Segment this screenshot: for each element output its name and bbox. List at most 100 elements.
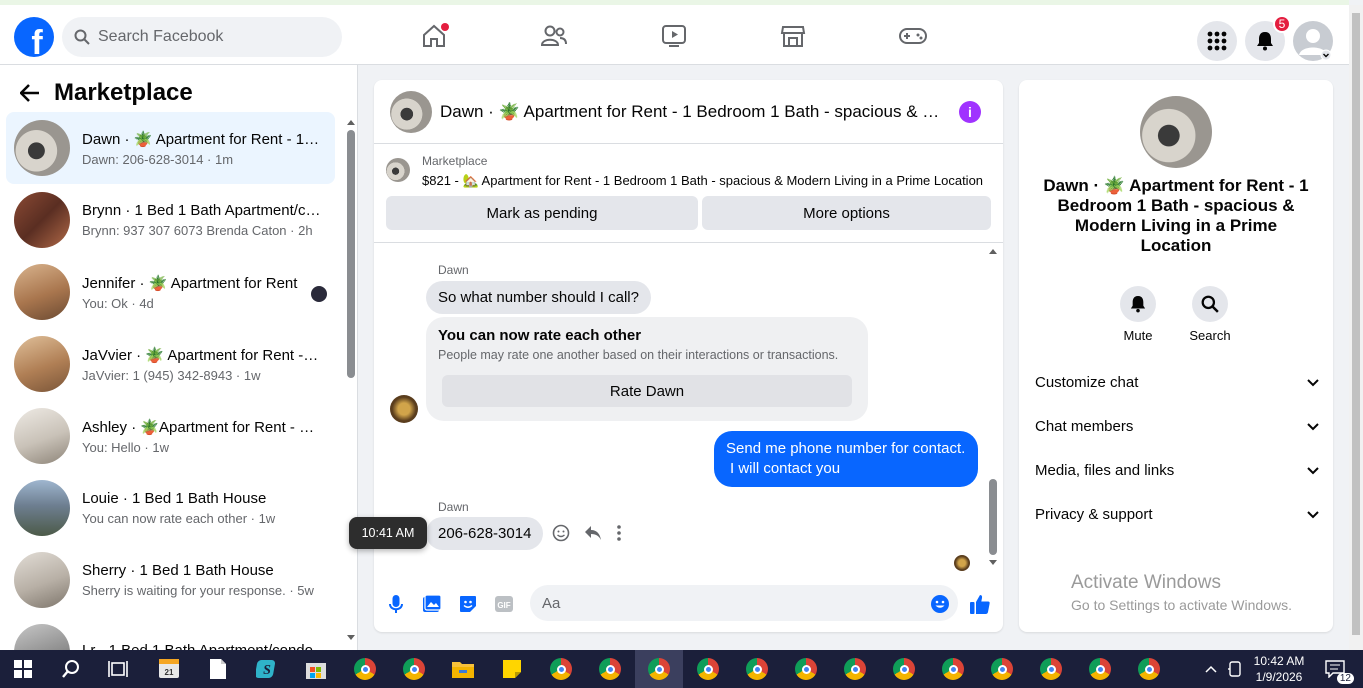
action-center-button[interactable]: 12	[1320, 656, 1354, 684]
incoming-message[interactable]: 206-628-3014	[426, 517, 544, 550]
taskbar-app[interactable]	[548, 656, 574, 682]
privacy-support-row[interactable]: Privacy & support	[1035, 506, 1319, 523]
listing-avatar[interactable]	[390, 90, 432, 133]
taskbar-app[interactable]	[1038, 656, 1064, 682]
search-input[interactable]: Search Facebook	[62, 17, 342, 57]
listing-thumbnail	[14, 336, 70, 392]
conversation-item[interactable]: Dawn · 🪴 Apartment for Rent - 1 Bedroom …	[6, 112, 335, 184]
incoming-message[interactable]: So what number should I call?	[426, 281, 651, 314]
scroll-down-icon[interactable]	[988, 559, 998, 567]
taskbar-app[interactable]: S	[254, 656, 280, 682]
show-hidden-icons-button[interactable]	[1198, 656, 1224, 682]
chat-header: Dawn · 🪴 Apartment for Rent - 1 Bedroom …	[374, 80, 1003, 144]
scrollbar-thumb[interactable]	[1352, 13, 1360, 635]
marketplace-label: Marketplace	[422, 154, 488, 168]
message-composer: GIF Aa	[374, 580, 1003, 626]
conversation-item[interactable]: Louie · 1 Bed 1 Bath House You can now ra…	[6, 472, 335, 544]
reply-icon[interactable]	[584, 525, 602, 541]
taskbar-app-active[interactable]	[646, 656, 672, 682]
listing-thumbnail	[14, 480, 70, 536]
taskbar-app[interactable]	[401, 656, 427, 682]
message-placeholder: Aa	[542, 594, 561, 612]
more-vertical-icon[interactable]	[616, 525, 622, 541]
taskbar-app[interactable]	[793, 656, 819, 682]
mute-button[interactable]: Mute	[1108, 286, 1168, 343]
page-scrollbar[interactable]	[1349, 5, 1363, 650]
menu-button[interactable]	[1197, 21, 1237, 61]
chat-title[interactable]: Dawn · 🪴 Apartment for Rent - 1 Bedroom …	[440, 102, 945, 122]
video-nav-button[interactable]	[659, 21, 689, 51]
taskbar-app[interactable]	[205, 656, 231, 682]
taskbar-app[interactable]	[303, 656, 329, 682]
rate-dawn-button[interactable]: Rate Dawn	[442, 375, 852, 407]
gaming-nav-button[interactable]	[898, 21, 928, 51]
info-icon[interactable]: i	[959, 101, 981, 123]
taskbar-app[interactable]	[989, 656, 1015, 682]
conversation-item[interactable]: JaVvier · 🪴 Apartment for Rent - 1 Bedro…	[6, 328, 335, 400]
chevron-up-icon	[1205, 665, 1217, 673]
message-thread-scrollbar[interactable]	[987, 243, 999, 573]
mark-as-pending-button[interactable]: Mark as pending	[386, 196, 698, 230]
account-avatar-button[interactable]	[1293, 21, 1333, 61]
scroll-up-icon[interactable]	[346, 118, 356, 126]
svg-text:S: S	[263, 663, 271, 678]
facebook-logo[interactable]: f	[14, 17, 54, 57]
scroll-down-icon[interactable]	[346, 634, 356, 642]
customize-chat-row[interactable]: Customize chat	[1035, 374, 1319, 391]
listing-thumbnail	[14, 120, 70, 176]
home-nav-button[interactable]	[419, 21, 449, 51]
taskbar-app[interactable]	[597, 656, 623, 682]
taskbar-app[interactable]	[940, 656, 966, 682]
conversation-item[interactable]: Ashley · 🪴Apartment for Rent - 1 Bedroom…	[6, 400, 335, 472]
taskbar-app[interactable]	[842, 656, 868, 682]
conversation-item[interactable]: Brynn · 1 Bed 1 Bath Apartment/condo Bryn…	[6, 184, 335, 256]
photo-icon	[423, 594, 442, 612]
scrollbar-thumb[interactable]	[989, 479, 997, 555]
taskbar-app[interactable]	[352, 656, 378, 682]
marketplace-nav-button[interactable]	[778, 21, 808, 51]
taskbar-app[interactable]	[450, 656, 476, 682]
voice-clip-button[interactable]	[385, 593, 407, 615]
chat-members-row[interactable]: Chat members	[1035, 418, 1319, 435]
listing-summary[interactable]: $821 - 🏡 Apartment for Rent - 1 Bedroom …	[422, 173, 983, 189]
react-emoji-icon[interactable]	[552, 524, 570, 542]
chrome-icon	[942, 658, 964, 680]
search-in-conversation-button[interactable]: Search	[1180, 286, 1240, 343]
outgoing-message[interactable]: Send me phone number for contact. I will…	[714, 431, 978, 487]
scrollbar-thumb[interactable]	[347, 130, 355, 378]
task-view-button[interactable]	[105, 656, 131, 682]
conversation-item[interactable]: Lr · 1 Bed 1 Bath Apartment/condo	[6, 616, 335, 650]
emoji-button[interactable]	[929, 593, 951, 615]
taskbar-app[interactable]: 21	[156, 656, 182, 682]
sender-avatar[interactable]	[390, 395, 418, 423]
media-files-links-row[interactable]: Media, files and links	[1035, 462, 1319, 479]
message-input[interactable]: Aa	[530, 585, 958, 621]
back-arrow-icon[interactable]	[20, 84, 40, 102]
taskbar-app[interactable]	[695, 656, 721, 682]
taskbar-app[interactable]	[499, 656, 525, 682]
conversation-list-scrollbar[interactable]	[345, 118, 357, 648]
taskbar-app[interactable]	[1136, 656, 1162, 682]
taskbar-app[interactable]	[1087, 656, 1113, 682]
conversation-item[interactable]: Sherry · 1 Bed 1 Bath House Sherry is wai…	[6, 544, 335, 616]
start-button[interactable]	[10, 656, 36, 682]
conversation-item[interactable]: Jennifer · 🪴 Apartment for Rent You: Ok ·…	[6, 256, 335, 328]
chrome-icon	[1138, 658, 1160, 680]
sticker-button[interactable]	[457, 593, 479, 615]
taskbar-search-button[interactable]	[58, 656, 84, 682]
taskbar-app[interactable]	[744, 656, 770, 682]
listing-avatar[interactable]	[1140, 96, 1212, 168]
notifications-button[interactable]: 5	[1245, 15, 1291, 61]
taskbar-app[interactable]	[891, 656, 917, 682]
friends-nav-button[interactable]	[539, 21, 569, 51]
system-tray-app[interactable]	[1222, 656, 1248, 682]
chevron-down-icon	[1307, 378, 1319, 386]
system-clock[interactable]: 10:42 AM 1/9/2026	[1250, 653, 1308, 685]
scroll-up-icon[interactable]	[988, 247, 998, 255]
like-button[interactable]	[969, 593, 991, 615]
gif-button[interactable]: GIF	[493, 593, 515, 615]
listing-thumbnail	[14, 408, 70, 464]
attach-photo-button[interactable]	[421, 593, 443, 615]
more-options-button[interactable]: More options	[702, 196, 991, 230]
chrome-icon	[844, 658, 866, 680]
